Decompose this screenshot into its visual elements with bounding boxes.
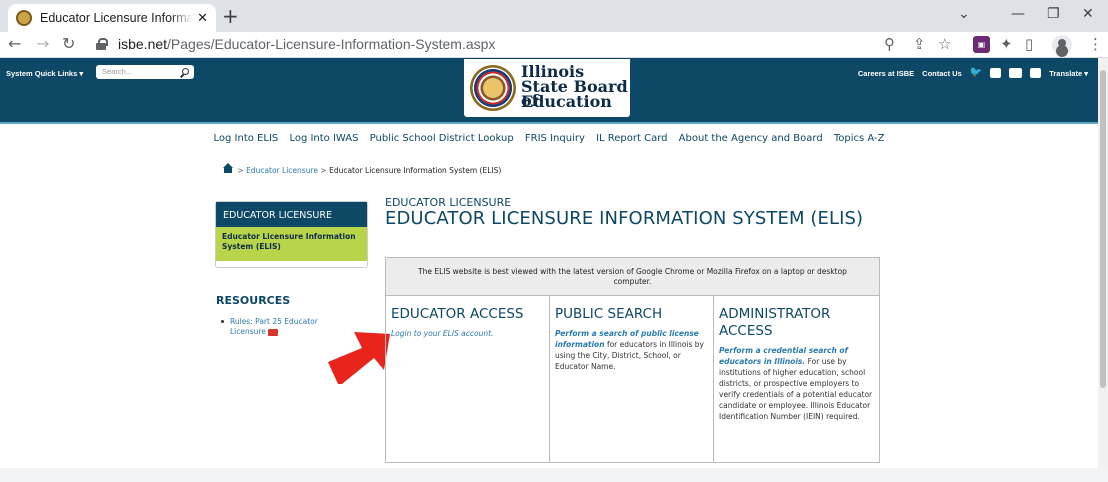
administrator-access-column: ADMINISTRATOR ACCESS Perform a credentia…: [719, 306, 873, 421]
twitter-icon[interactable]: 🐦: [970, 68, 982, 78]
share-icon[interactable]: ⇪: [913, 35, 926, 53]
sidebar-heading[interactable]: EDUCATOR LICENSURE: [216, 202, 367, 227]
careers-link[interactable]: Careers at ISBE: [858, 69, 914, 78]
breadcrumb-current: Educator Licensure Information System (E…: [329, 166, 502, 175]
breadcrumb: > Educator Licensure > Educator Licensur…: [223, 163, 502, 175]
close-window-button[interactable]: ✕: [1082, 6, 1094, 22]
administrator-access-heading: ADMINISTRATOR ACCESS: [719, 306, 831, 339]
breadcrumb-educator-licensure[interactable]: Educator Licensure: [246, 166, 318, 175]
web-page: System Quick Links ▾ Search... Illinois …: [0, 58, 1098, 468]
nav-log-into-iwas[interactable]: Log Into IWAS: [289, 133, 358, 144]
side-panel-icon[interactable]: ▯: [1025, 35, 1033, 53]
menu-kebab-icon[interactable]: ⋮: [1088, 35, 1103, 53]
browser-tab[interactable]: Educator Licensure Information S ✕: [8, 4, 216, 32]
isbe-favicon-icon: [16, 10, 32, 26]
nav-report-card[interactable]: IL Report Card: [596, 133, 667, 144]
restore-button[interactable]: ❐: [1047, 6, 1060, 22]
educator-access-heading: EDUCATOR ACCESS: [391, 306, 524, 322]
main-navigation: Log Into ELIS Log Into IWAS Public Schoo…: [0, 133, 1098, 144]
zoom-icon[interactable]: ⚲: [884, 35, 895, 53]
scrollbar-thumb[interactable]: [1100, 70, 1106, 388]
red-arrow-icon: [328, 332, 390, 384]
forward-button[interactable]: →: [36, 34, 49, 53]
youtube-icon[interactable]: [1009, 68, 1023, 78]
sidebar-item-elis[interactable]: Educator Licensure Information System (E…: [216, 227, 367, 261]
back-button[interactable]: ←: [8, 34, 21, 53]
tab-title: Educator Licensure Information S: [40, 11, 194, 25]
pdf-icon: [268, 328, 279, 336]
elis-login-link[interactable]: Login to your ELIS account.: [391, 329, 493, 338]
lock-icon: [96, 38, 108, 50]
extensions-puzzle-icon[interactable]: ✦: [1000, 35, 1013, 53]
public-search-column: PUBLIC SEARCH Perform a search of public…: [550, 296, 714, 462]
address-url: isbe.net/Pages/Educator-Licensure-Inform…: [118, 36, 496, 52]
nav-topics-az[interactable]: Topics A-Z: [834, 133, 885, 144]
site-header: System Quick Links ▾ Search... Illinois …: [0, 58, 1098, 124]
educator-access-column: EDUCATOR ACCESS Login to your ELIS accou…: [386, 296, 550, 462]
state-seal-icon: [470, 65, 516, 111]
bookmark-star-icon[interactable]: ☆: [938, 35, 951, 53]
site-search-input[interactable]: Search...: [96, 65, 194, 79]
nav-log-into-elis[interactable]: Log Into ELIS: [214, 133, 279, 144]
browser-note: The ELIS website is best viewed with the…: [386, 258, 879, 296]
page-title: EDUCATOR LICENSURE INFORMATION SYSTEM (E…: [385, 208, 864, 229]
contact-link[interactable]: Contact Us: [922, 69, 962, 78]
nav-district-lookup[interactable]: Public School District Lookup: [370, 133, 514, 144]
address-bar[interactable]: isbe.net/Pages/Educator-Licensure-Inform…: [90, 33, 910, 56]
window-bottom-edge: [0, 468, 1108, 482]
new-tab-button[interactable]: +: [222, 6, 239, 26]
tab-search-chevron-icon[interactable]: ⌄: [958, 6, 970, 22]
translate-dropdown[interactable]: Translate ▾: [1049, 69, 1088, 78]
public-search-heading: PUBLIC SEARCH: [555, 306, 663, 322]
search-icon[interactable]: [182, 68, 189, 75]
quick-links-dropdown[interactable]: System Quick Links ▾: [6, 69, 83, 78]
linkedin-icon[interactable]: [1030, 68, 1042, 78]
browser-tab-strip: Educator Licensure Information S ✕ + ⌄ —…: [0, 0, 1108, 32]
access-options-table: The ELIS website is best viewed with the…: [385, 257, 880, 463]
minimize-button[interactable]: —: [1011, 6, 1025, 22]
reload-button[interactable]: ↻: [62, 34, 75, 53]
nav-about-agency[interactable]: About the Agency and Board: [679, 133, 823, 144]
extension-icon[interactable]: ▣: [973, 36, 990, 53]
isbe-logo[interactable]: Illinois State Board of Education: [464, 59, 630, 117]
header-utility-links: Careers at ISBE Contact Us 🐦 Translate ▾: [850, 68, 1088, 78]
facebook-icon[interactable]: [990, 68, 1002, 78]
profile-avatar-icon[interactable]: [1052, 35, 1072, 55]
close-tab-button[interactable]: ✕: [197, 11, 208, 26]
resources-heading: RESOURCES: [216, 294, 291, 307]
browser-toolbar: ← → ↻ isbe.net/Pages/Educator-Licensure-…: [0, 32, 1108, 58]
home-icon[interactable]: [223, 163, 233, 173]
sidebar-menu: EDUCATOR LICENSURE Educator Licensure In…: [215, 201, 368, 268]
nav-fris-inquiry[interactable]: FRIS Inquiry: [525, 133, 585, 144]
